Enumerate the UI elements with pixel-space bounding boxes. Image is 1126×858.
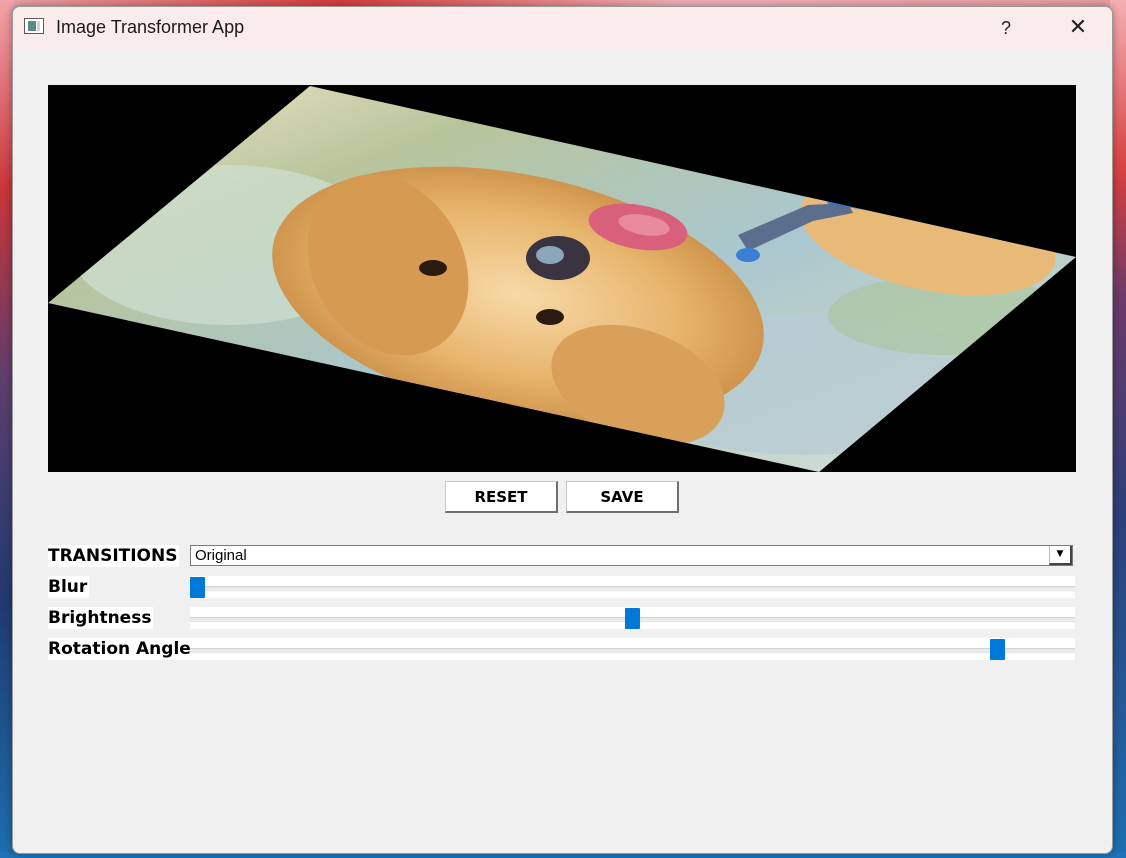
brightness-slider[interactable] — [190, 607, 1075, 629]
blur-slider[interactable] — [190, 576, 1075, 598]
image-preview — [48, 85, 1076, 472]
brightness-label: Brightness — [48, 607, 154, 629]
window-title: Image Transformer App — [56, 17, 245, 37]
save-button[interactable]: SAVE — [566, 481, 679, 513]
rotation-angle-slider-track[interactable] — [190, 648, 1075, 654]
help-button[interactable]: ? — [988, 13, 1024, 43]
blur-slider-handle[interactable] — [190, 577, 205, 598]
title-bar: Image Transformer App ? ✕ — [13, 7, 1112, 49]
dropdown-arrow-icon[interactable]: ▼ — [1049, 546, 1072, 565]
rotation-angle-label: Rotation Angle — [48, 638, 193, 660]
close-button[interactable]: ✕ — [1056, 13, 1100, 43]
app-icon — [24, 18, 44, 34]
rotation-angle-slider[interactable] — [190, 638, 1075, 660]
transitions-selected-value: Original — [195, 547, 247, 564]
app-window: Image Transformer App ? ✕ RESET SAVE TRA… — [12, 6, 1113, 854]
transitions-dropdown[interactable]: Original ▼ — [190, 545, 1073, 566]
rotation-angle-slider-handle[interactable] — [990, 639, 1005, 660]
blur-label: Blur — [48, 576, 90, 598]
reset-button[interactable]: RESET — [445, 481, 558, 513]
transitions-label: TRANSITIONS — [48, 545, 180, 567]
brightness-slider-handle[interactable] — [625, 608, 640, 629]
rotated-puppy-image — [48, 86, 1076, 472]
blur-slider-track[interactable] — [190, 586, 1075, 592]
